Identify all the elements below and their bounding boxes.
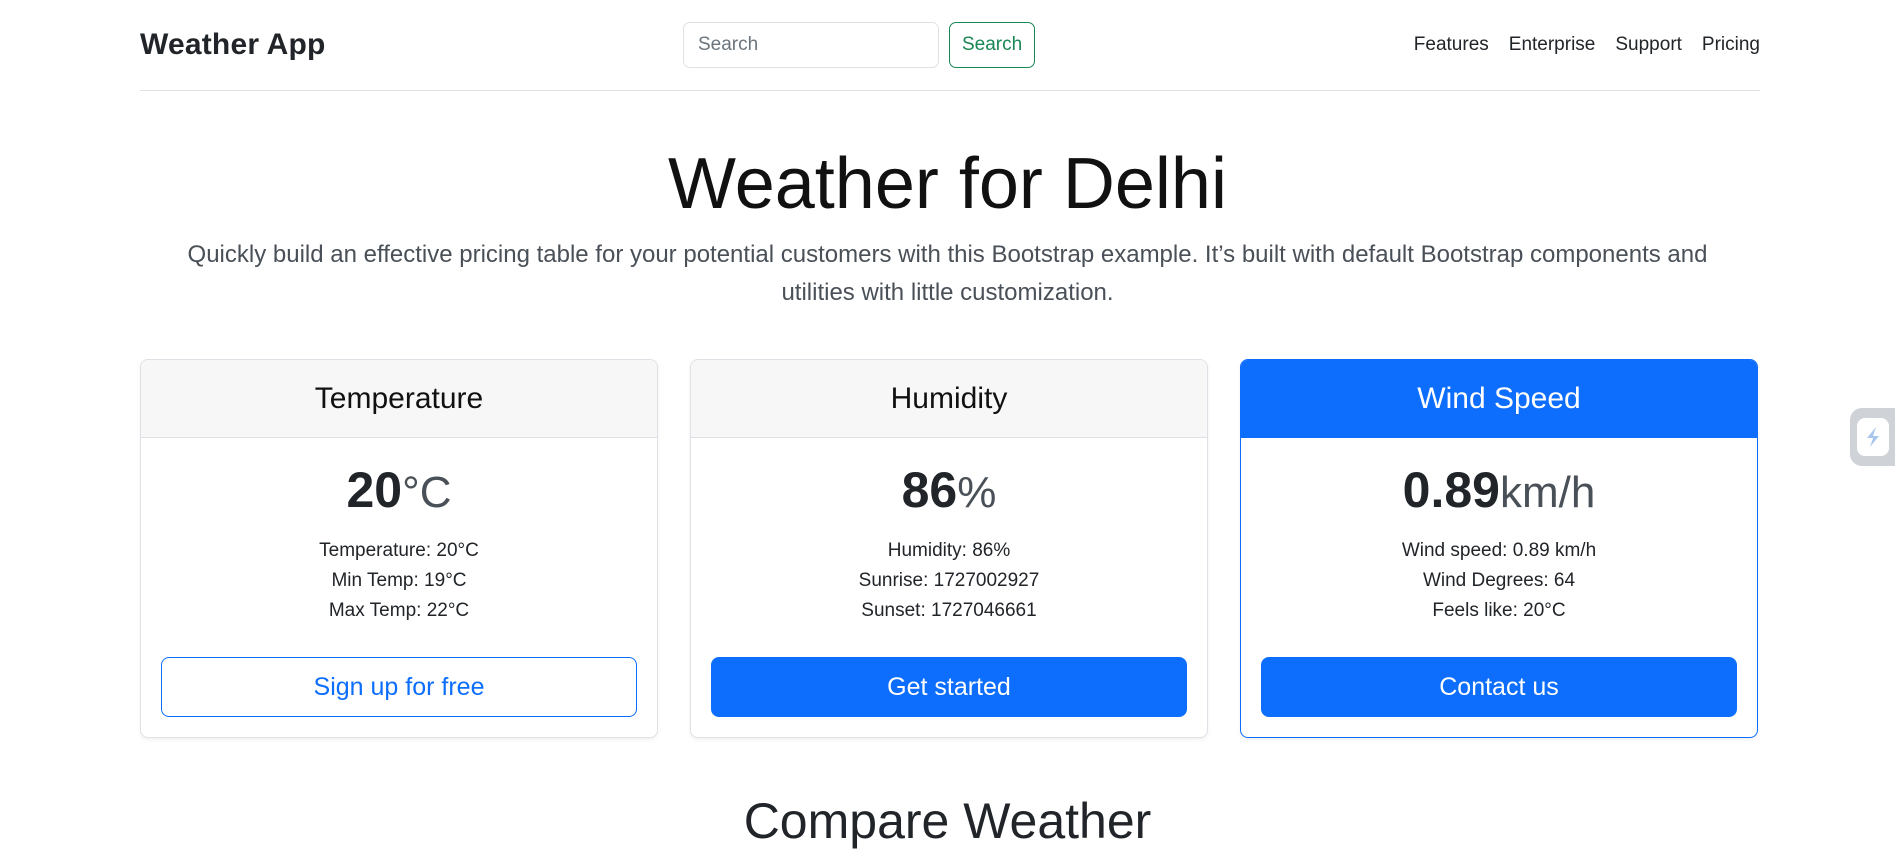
hero-lead: Quickly build an effective pricing table… xyxy=(187,241,1708,306)
value-number: 20 xyxy=(346,462,403,518)
list-item: Min Temp: 19°C xyxy=(331,570,467,591)
list-item: Sunset: 1727046661 xyxy=(861,600,1037,621)
nav-link-pricing[interactable]: Pricing xyxy=(1702,34,1760,56)
get-started-button[interactable]: Get started xyxy=(711,657,1187,717)
slash-logo-icon xyxy=(1856,418,1889,456)
search-button[interactable]: Search xyxy=(949,22,1036,68)
detail-list: Humidity: 86% Sunrise: 1727002927 Sunset… xyxy=(691,536,1207,626)
header: Weather App Search Features Enterprise S… xyxy=(140,0,1760,91)
list-item: Temperature: 20°C xyxy=(319,540,479,561)
page-title: Weather for Delhi xyxy=(668,144,1227,224)
value-unit: °C xyxy=(402,468,452,517)
weather-cards: Temperature 20°C Temperature: 20°C Min T… xyxy=(140,359,1760,739)
value-unit: % xyxy=(957,468,997,517)
search-form: Search xyxy=(683,22,1036,68)
brand-title[interactable]: Weather App xyxy=(140,28,326,62)
sign-up-button[interactable]: Sign up for free xyxy=(161,657,637,717)
card-value: 0.89km/h xyxy=(1241,460,1757,520)
contact-us-button[interactable]: Contact us xyxy=(1261,657,1737,717)
list-item: Wind speed: 0.89 km/h xyxy=(1401,540,1597,561)
side-widget-tab[interactable] xyxy=(1850,408,1895,466)
value-unit: km/h xyxy=(1499,468,1596,517)
detail-list: Temperature: 20°C Min Temp: 19°C Max Tem… xyxy=(141,536,657,626)
page: Weather App Search Features Enterprise S… xyxy=(0,0,1895,868)
card-value: 20°C xyxy=(141,460,657,520)
top-nav: Features Enterprise Support Pricing xyxy=(1414,34,1760,56)
card-header: Temperature xyxy=(141,360,657,438)
search-input[interactable] xyxy=(683,22,939,68)
detail-list: Wind speed: 0.89 km/h Wind Degrees: 64 F… xyxy=(1241,536,1757,626)
value-number: 0.89 xyxy=(1402,462,1500,518)
list-item: Max Temp: 22°C xyxy=(328,600,470,621)
nav-link-support[interactable]: Support xyxy=(1615,34,1682,56)
value-number: 86 xyxy=(901,462,958,518)
nav-link-features[interactable]: Features xyxy=(1414,34,1489,56)
list-item: Wind Degrees: 64 xyxy=(1422,570,1576,591)
list-item: Feels like: 20°C xyxy=(1432,600,1566,621)
temperature-card: Temperature 20°C Temperature: 20°C Min T… xyxy=(140,359,658,738)
humidity-card: Humidity 86% Humidity: 86% Sunrise: 1727… xyxy=(690,359,1208,738)
list-item: Humidity: 86% xyxy=(887,540,1011,561)
card-value: 86% xyxy=(691,460,1207,520)
compare-title: Compare Weather xyxy=(743,793,1152,849)
wind-speed-card: Wind Speed 0.89km/h Wind speed: 0.89 km/… xyxy=(1240,359,1758,738)
nav-link-enterprise[interactable]: Enterprise xyxy=(1509,34,1596,56)
card-header: Humidity xyxy=(691,360,1207,438)
card-header: Wind Speed xyxy=(1241,360,1757,438)
list-item: Sunrise: 1727002927 xyxy=(858,570,1040,591)
